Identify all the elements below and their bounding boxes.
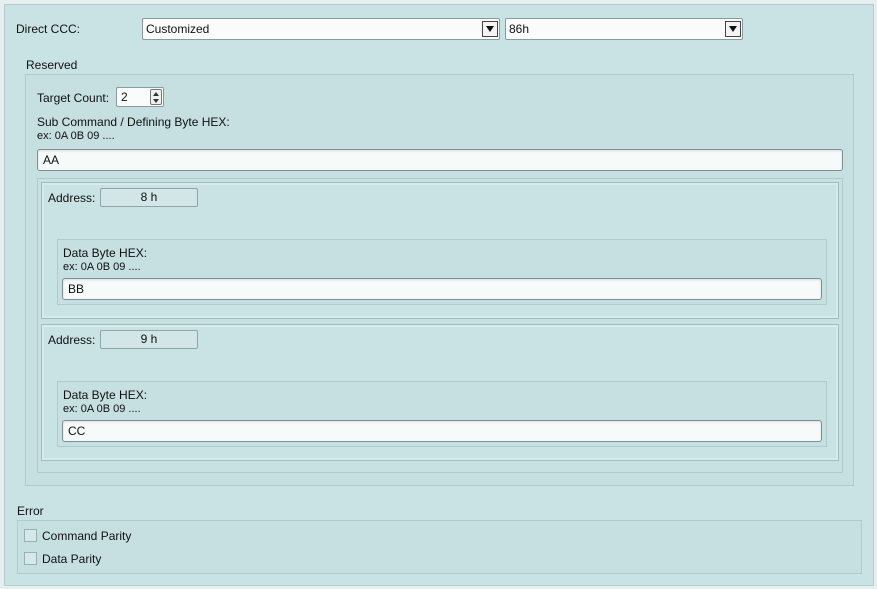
target-count-spinner[interactable]: 2 xyxy=(116,87,164,107)
data-byte-example: ex: 0A 0B 09 .... xyxy=(63,261,141,273)
data-byte-example: ex: 0A 0B 09 .... xyxy=(63,403,141,415)
data-byte-value: BB xyxy=(68,282,85,296)
error-title: Error xyxy=(17,504,44,518)
subcommand-label: Sub Command / Defining Byte HEX: xyxy=(37,115,230,129)
arrow-down-icon[interactable] xyxy=(153,99,159,103)
chevron-down-icon[interactable] xyxy=(482,21,498,37)
command-parity-label[interactable]: Command Parity xyxy=(42,529,131,543)
data-byte-label: Data Byte HEX: xyxy=(63,246,148,260)
reserved-title: Reserved xyxy=(26,58,78,72)
ccc-code-dropdown[interactable]: 86h xyxy=(505,18,743,40)
reserved-group: Target Count: 2 Sub Command / Defining B… xyxy=(25,74,854,486)
data-parity-label[interactable]: Data Parity xyxy=(42,552,101,566)
address-value: 9 h xyxy=(100,330,198,349)
spinner-buttons[interactable] xyxy=(150,89,162,105)
ccc-code-value: 86h xyxy=(509,22,530,36)
data-byte-input[interactable]: BB xyxy=(62,278,822,300)
data-byte-input[interactable]: CC xyxy=(62,420,822,442)
subcommand-input[interactable]: AA xyxy=(37,149,843,171)
error-group: Command Parity Data Parity xyxy=(17,520,862,574)
address-value: 8 h xyxy=(100,188,198,207)
ccc-mode-value: Customized xyxy=(146,22,210,36)
direct-ccc-label: Direct CCC: xyxy=(16,22,81,36)
target-block: Address: 8 h Data Byte HEX: ex: 0A 0B 09… xyxy=(41,182,839,319)
ccc-mode-dropdown[interactable]: Customized xyxy=(142,18,500,40)
data-byte-label: Data Byte HEX: xyxy=(63,388,148,402)
subcommand-value: AA xyxy=(43,153,60,167)
data-parity-checkbox[interactable] xyxy=(24,552,37,565)
data-byte-group: Data Byte HEX: ex: 0A 0B 09 .... CC xyxy=(57,381,827,447)
targets-container: Address: 8 h Data Byte HEX: ex: 0A 0B 09… xyxy=(37,178,843,473)
target-count-label: Target Count: xyxy=(37,91,110,105)
chevron-down-icon[interactable] xyxy=(725,21,741,37)
target-block: Address: 9 h Data Byte HEX: ex: 0A 0B 09… xyxy=(41,324,839,461)
target-count-value: 2 xyxy=(121,90,128,104)
data-byte-group: Data Byte HEX: ex: 0A 0B 09 .... BB xyxy=(57,239,827,305)
subcommand-example: ex: 0A 0B 09 .... xyxy=(37,130,115,142)
address-label: Address: xyxy=(48,191,96,205)
address-label: Address: xyxy=(48,333,96,347)
command-parity-checkbox[interactable] xyxy=(24,529,37,542)
arrow-up-icon[interactable] xyxy=(153,92,159,96)
main-panel: Direct CCC: Customized 86h Reserved Targ… xyxy=(4,4,874,586)
data-byte-value: CC xyxy=(68,424,86,438)
